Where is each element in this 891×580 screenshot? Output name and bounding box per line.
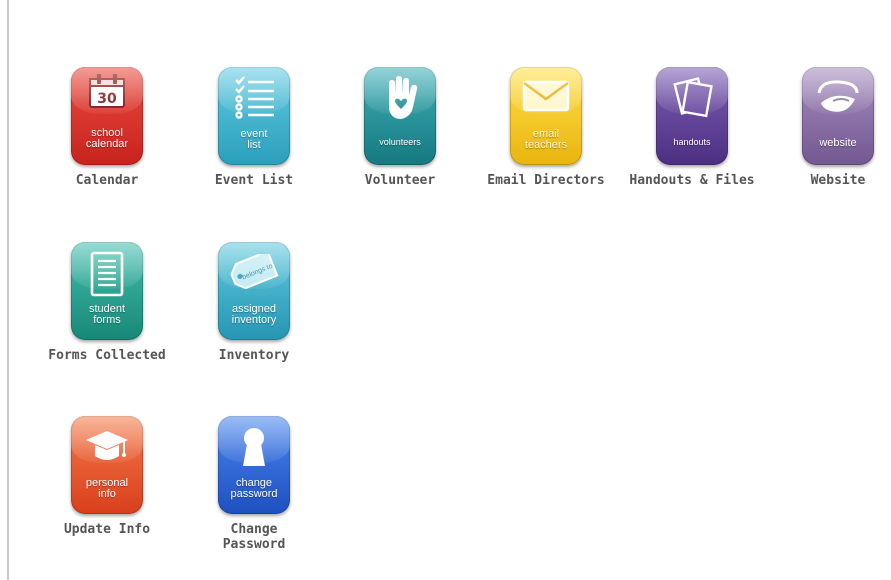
student-forms-app-icon[interactable]: student forms — [71, 242, 143, 340]
personal-info-app-icon[interactable]: personal info — [71, 416, 143, 514]
keyhole-icon — [243, 428, 265, 466]
calendar-icon-text: school calendar — [85, 127, 129, 150]
change-password-icon-text: change password — [230, 477, 278, 500]
tag-icon: belongs to — [230, 254, 279, 290]
calendar-app-icon[interactable]: 30 school calendar — [71, 67, 143, 165]
change-password-app-icon[interactable]: change password — [218, 416, 290, 514]
email-directors-tile[interactable]: email teachers Email Directors — [476, 67, 616, 188]
inventory-label[interactable]: Inventory — [184, 348, 324, 363]
handouts-files-label[interactable]: Handouts & Files — [622, 173, 762, 188]
left-divider — [7, 0, 9, 580]
volunteer-label[interactable]: Volunteer — [330, 173, 470, 188]
graduation-cap-icon — [86, 431, 128, 460]
handouts-app-icon[interactable]: handouts — [656, 67, 728, 165]
update-info-tile[interactable]: personal info Update Info — [37, 416, 177, 537]
update-info-label[interactable]: Update Info — [37, 522, 177, 537]
volunteer-app-icon[interactable]: volunteers — [364, 67, 436, 165]
student-forms-icon-text: student forms — [88, 303, 126, 326]
website-icon-text: website — [819, 137, 857, 149]
inventory-tile[interactable]: belongs to assigned inventory Inventory — [184, 242, 324, 363]
hand-heart-icon — [389, 76, 418, 119]
list-icon — [235, 76, 274, 119]
website-label[interactable]: Website — [768, 173, 891, 188]
forms-collected-label[interactable]: Forms Collected — [37, 348, 177, 363]
email-directors-label[interactable]: Email Directors — [476, 173, 616, 188]
globe-swoosh-icon — [817, 80, 859, 112]
change-password-label[interactable]: Change Password — [184, 522, 324, 552]
forms-collected-tile[interactable]: student forms Forms Collected — [37, 242, 177, 363]
change-password-tile[interactable]: change password Change Password — [184, 416, 324, 552]
volunteer-icon-text: volunteers — [379, 137, 421, 147]
event-list-icon-text: event list — [240, 128, 268, 151]
inventory-app-icon[interactable]: belongs to assigned inventory — [218, 242, 290, 340]
volunteer-tile[interactable]: volunteers Volunteer — [330, 67, 470, 188]
email-app-icon[interactable]: email teachers — [510, 67, 582, 165]
calendar-icon: 30 — [89, 74, 125, 108]
handouts-files-tile[interactable]: handouts Handouts & Files — [622, 67, 762, 188]
calendar-label[interactable]: Calendar — [37, 173, 177, 188]
event-list-tile[interactable]: event list Event List — [184, 67, 324, 188]
website-tile[interactable]: website Website — [768, 67, 891, 188]
calendar-tile[interactable]: 30 school calendar Calendar — [37, 67, 177, 188]
inventory-icon-text: assigned inventory — [231, 303, 277, 326]
document-icon — [90, 251, 124, 297]
calendar-day-number: 30 — [97, 91, 117, 107]
handouts-icon-text: handouts — [673, 137, 711, 147]
email-icon-text: email teachers — [524, 128, 568, 151]
website-app-icon[interactable]: website — [802, 67, 874, 165]
event-list-app-icon[interactable]: event list — [218, 67, 290, 165]
event-list-label[interactable]: Event List — [184, 173, 324, 188]
envelope-icon — [522, 80, 570, 112]
papers-icon — [673, 77, 713, 118]
personal-info-icon-text: personal info — [85, 477, 129, 500]
